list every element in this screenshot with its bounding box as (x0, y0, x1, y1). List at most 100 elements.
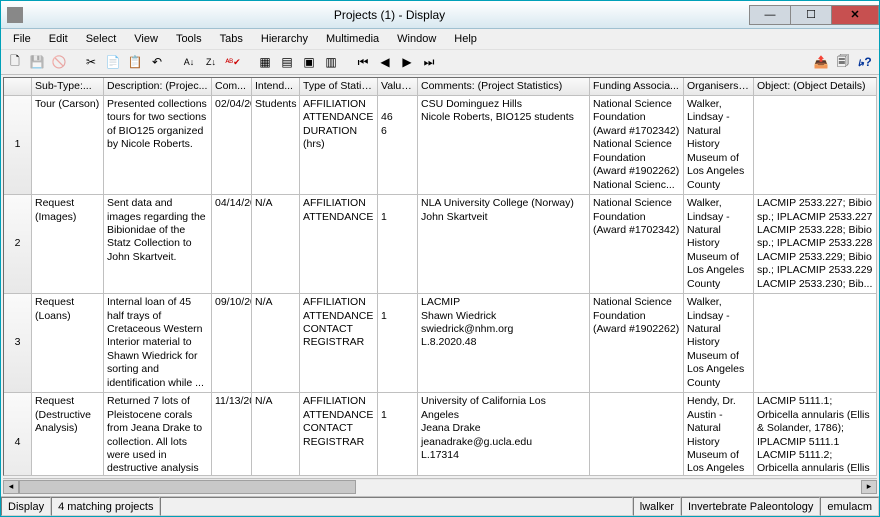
cell-description[interactable]: Sent data and images regarding the Bibio… (104, 195, 212, 294)
cell-subtype[interactable]: Tour (Carson) (32, 96, 104, 195)
cell-description[interactable]: Presented collections tours for two sect… (104, 96, 212, 195)
scroll-right-icon[interactable]: ▸ (861, 480, 877, 494)
cell-object[interactable] (754, 96, 877, 195)
menu-multimedia[interactable]: Multimedia (318, 31, 387, 47)
cell-comments[interactable]: University of California Los Angeles Jea… (418, 393, 590, 476)
cell-com[interactable]: 11/13/2020 (212, 393, 252, 476)
column-header[interactable]: Com... (212, 78, 252, 96)
sort-desc-icon[interactable]: Z↓ (201, 52, 221, 72)
cell-intend[interactable]: Students (252, 96, 300, 195)
cell-type[interactable]: AFFILIATION ATTENDANCE CONTACT REGISTRAR (300, 294, 378, 393)
new-icon[interactable]: 🗋 (5, 52, 25, 72)
status-count: 4 matching projects (51, 497, 160, 516)
cell-type[interactable]: AFFILIATION ATTENDANCE CONTACT REGISTRAR (300, 393, 378, 476)
view-c-icon[interactable]: ▣ (299, 52, 319, 72)
column-header[interactable]: Description: (Projec... (104, 78, 212, 96)
cell-com[interactable]: 09/10/2020 (212, 294, 252, 393)
cell-value[interactable]: 1 (378, 393, 418, 476)
status-user: lwalker (633, 497, 681, 516)
row-header[interactable]: 2 (4, 195, 32, 294)
nav-next-icon[interactable]: ▶ (397, 52, 417, 72)
export-icon[interactable]: 📤 (811, 52, 831, 72)
scroll-track[interactable] (19, 480, 861, 494)
cell-intend[interactable]: N/A (252, 294, 300, 393)
cell-funding[interactable]: National Science Foundation (Award #1702… (590, 195, 684, 294)
cell-subtype[interactable]: Request (Images) (32, 195, 104, 294)
cell-organisers[interactable]: Walker, Lindsay - Natural History Museum… (684, 96, 754, 195)
spellcheck-icon[interactable]: ᴬᴮ✔ (223, 52, 243, 72)
view-a-icon[interactable]: ▦ (255, 52, 275, 72)
column-header[interactable]: Comments: (Project Statistics) (418, 78, 590, 96)
row-header[interactable]: 3 (4, 294, 32, 393)
nav-prev-icon[interactable]: ◀ (375, 52, 395, 72)
contexthelp-icon[interactable]: ⭟? (855, 52, 875, 72)
row-header[interactable]: 1 (4, 96, 32, 195)
cell-funding[interactable]: National Science Foundation (Award #1702… (590, 96, 684, 195)
cell-organisers[interactable]: Hendy, Dr. Austin - Natural History Muse… (684, 393, 754, 476)
menu-view[interactable]: View (126, 31, 166, 47)
save-icon[interactable]: 💾 (27, 52, 47, 72)
copy-doc-icon[interactable]: 🗐 (833, 52, 853, 72)
cell-comments[interactable]: NLA University College (Norway) John Ska… (418, 195, 590, 294)
cancel-icon[interactable]: 🚫 (49, 52, 69, 72)
view-d-icon[interactable]: ▥ (321, 52, 341, 72)
cell-subtype[interactable]: Request (Destructive Analysis) (32, 393, 104, 476)
cell-intend[interactable]: N/A (252, 393, 300, 476)
cell-comments[interactable]: LACMIP Shawn Wiedrick swiedrick@nhm.org … (418, 294, 590, 393)
data-grid[interactable]: Sub-Type:...Description: (Projec...Com..… (4, 78, 877, 476)
column-header[interactable]: Value... (378, 78, 418, 96)
column-header[interactable]: Sub-Type:... (32, 78, 104, 96)
column-header[interactable]: Intend... (252, 78, 300, 96)
scroll-thumb[interactable] (19, 480, 356, 494)
row-header[interactable]: 4 (4, 393, 32, 476)
cell-value[interactable]: 1 (378, 195, 418, 294)
menu-tabs[interactable]: Tabs (212, 31, 251, 47)
cell-organisers[interactable]: Walker, Lindsay - Natural History Museum… (684, 195, 754, 294)
cell-description[interactable]: Returned 7 lots of Pleistocene corals fr… (104, 393, 212, 476)
status-dept: Invertebrate Paleontology (681, 497, 820, 516)
cell-comments[interactable]: CSU Dominguez Hills Nicole Roberts, BIO1… (418, 96, 590, 195)
cell-funding[interactable]: National Science Foundation (Award #1902… (590, 294, 684, 393)
minimize-button[interactable]: — (749, 5, 791, 25)
menu-help[interactable]: Help (446, 31, 485, 47)
view-b-icon[interactable]: ▤ (277, 52, 297, 72)
cell-value[interactable]: 46 6 (378, 96, 418, 195)
window-controls: — ☐ ✕ (750, 5, 879, 25)
app-window: Projects (1) - Display — ☐ ✕ File Edit S… (0, 0, 880, 517)
horizontal-scrollbar[interactable]: ◂ ▸ (3, 478, 877, 494)
menu-select[interactable]: Select (78, 31, 125, 47)
column-header[interactable]: Funding Associa... (590, 78, 684, 96)
column-header[interactable] (4, 78, 32, 96)
cell-subtype[interactable]: Request (Loans) (32, 294, 104, 393)
column-header[interactable]: Object: (Object Details) (754, 78, 877, 96)
sort-asc-icon[interactable]: A↓ (179, 52, 199, 72)
cell-type[interactable]: AFFILIATION ATTENDANCE (300, 195, 378, 294)
cell-com[interactable]: 04/14/2020 (212, 195, 252, 294)
cell-value[interactable]: 1 (378, 294, 418, 393)
cell-organisers[interactable]: Walker, Lindsay - Natural History Museum… (684, 294, 754, 393)
cell-type[interactable]: AFFILIATION ATTENDANCE DURATION (hrs) (300, 96, 378, 195)
menu-edit[interactable]: Edit (41, 31, 76, 47)
nav-first-icon[interactable]: ⏮ (353, 52, 373, 72)
copy-icon[interactable]: 📄 (103, 52, 123, 72)
menu-hierarchy[interactable]: Hierarchy (253, 31, 316, 47)
close-button[interactable]: ✕ (831, 5, 879, 25)
maximize-button[interactable]: ☐ (790, 5, 832, 25)
cell-intend[interactable]: N/A (252, 195, 300, 294)
menu-tools[interactable]: Tools (168, 31, 210, 47)
nav-last-icon[interactable]: ⏭ (419, 52, 439, 72)
cell-com[interactable]: 02/04/2020 (212, 96, 252, 195)
paste-icon[interactable]: 📋 (125, 52, 145, 72)
cell-description[interactable]: Internal loan of 45 half trays of Cretac… (104, 294, 212, 393)
cut-icon[interactable]: ✂ (81, 52, 101, 72)
column-header[interactable]: Organisers:... (684, 78, 754, 96)
menu-file[interactable]: File (5, 31, 39, 47)
cell-funding[interactable] (590, 393, 684, 476)
scroll-left-icon[interactable]: ◂ (3, 480, 19, 494)
menu-window[interactable]: Window (389, 31, 444, 47)
cell-object[interactable]: LACMIP 5111.1; Orbicella annularis (Elli… (754, 393, 877, 476)
undo-icon[interactable]: ↶ (147, 52, 167, 72)
cell-object[interactable]: LACMIP 2533.227; Bibio sp.; IPLACMIP 253… (754, 195, 877, 294)
column-header[interactable]: Type of Statis... (300, 78, 378, 96)
cell-object[interactable] (754, 294, 877, 393)
